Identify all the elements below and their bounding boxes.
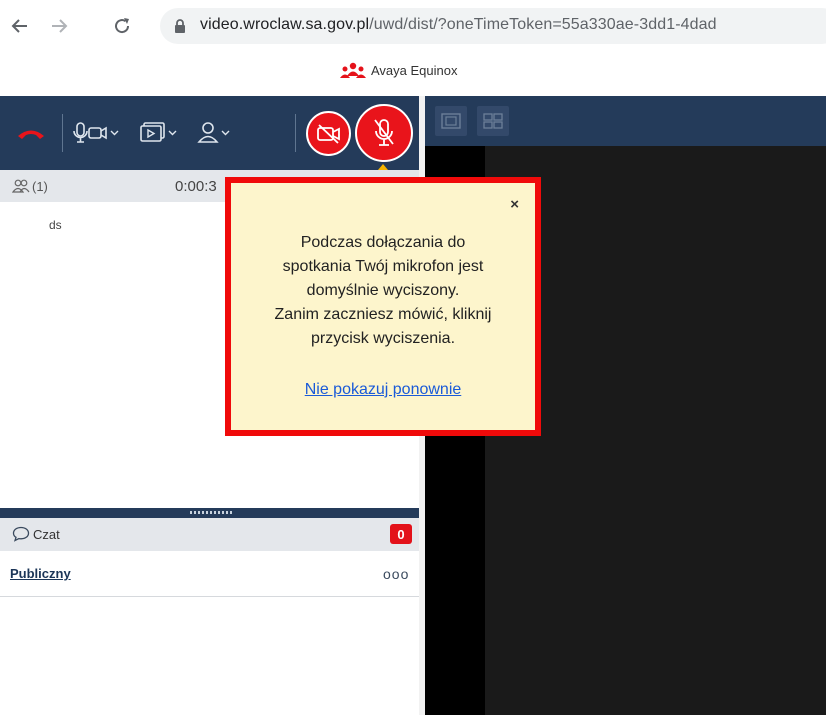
call-toolbar: [0, 96, 421, 170]
av-settings-button[interactable]: [70, 118, 126, 148]
reload-icon: [115, 18, 130, 34]
url-domain: video.wroclaw.sa.gov.pl: [200, 16, 370, 33]
lock-icon: [175, 19, 185, 33]
video-toolbar: [425, 96, 826, 146]
chat-header[interactable]: Czat 0: [0, 518, 421, 551]
layout-grid-button[interactable]: [477, 106, 509, 136]
arrow-left-icon: [11, 19, 27, 33]
user-icon: [197, 122, 230, 143]
participants-options-button[interactable]: [196, 118, 236, 148]
camera-toggle-button[interactable]: [306, 111, 351, 156]
reload-button[interactable]: [110, 14, 134, 38]
popup-message: Podczas dołączania do spotkania Twój mik…: [274, 234, 492, 347]
chat-public-row[interactable]: Publiczny ooo: [0, 551, 421, 597]
chat-bubble-icon: [12, 526, 30, 542]
hangup-button[interactable]: [14, 120, 48, 146]
call-timer: 0:00:3: [175, 178, 217, 195]
microphone-off-icon: [374, 119, 394, 146]
phone-hangup-icon: [18, 130, 44, 139]
more-options-button[interactable]: ooo: [383, 566, 409, 582]
public-chat-link[interactable]: Publiczny: [10, 566, 71, 581]
back-button[interactable]: [8, 14, 32, 38]
layout-single-icon: [441, 113, 461, 129]
splitter-grip[interactable]: [190, 511, 234, 514]
participants-icon: [12, 179, 30, 193]
forward-button[interactable]: [47, 14, 71, 38]
toolbar-divider: [295, 114, 296, 152]
address-bar[interactable]: video.wroclaw.sa.gov.pl/uwd/dist/?oneTim…: [160, 8, 826, 44]
panel-splitter[interactable]: [0, 508, 421, 518]
arrow-right-icon: [52, 19, 68, 33]
layout-grid-icon: [483, 113, 503, 129]
microphone-toggle-button[interactable]: [355, 104, 413, 162]
layout-single-button[interactable]: [435, 106, 467, 136]
chat-label: Czat: [33, 527, 60, 542]
mute-info-popup: × Podczas dołączania do spotkania Twój m…: [225, 177, 541, 436]
close-icon[interactable]: ×: [510, 196, 519, 213]
unread-badge: 0: [390, 524, 412, 544]
camera-off-icon: [316, 123, 340, 144]
toolbar-divider: [62, 114, 63, 152]
url-text: video.wroclaw.sa.gov.pl/uwd/dist/?oneTim…: [200, 16, 717, 34]
people-group-icon: [340, 62, 366, 78]
participant-name: ds: [49, 218, 62, 232]
share-screen-button[interactable]: [138, 118, 182, 148]
participant-count: (1): [32, 179, 48, 194]
mic-camera-icon: [73, 122, 119, 143]
url-path: /uwd/dist/?oneTimeToken=55a330ae-3dd1-4d…: [369, 16, 717, 33]
screen-share-icon: [140, 122, 177, 142]
app-title: Avaya Equinox: [371, 63, 458, 78]
dont-show-again-link[interactable]: Nie pokazuj ponownie: [231, 381, 535, 399]
browser-bar: video.wroclaw.sa.gov.pl/uwd/dist/?oneTim…: [0, 0, 826, 52]
